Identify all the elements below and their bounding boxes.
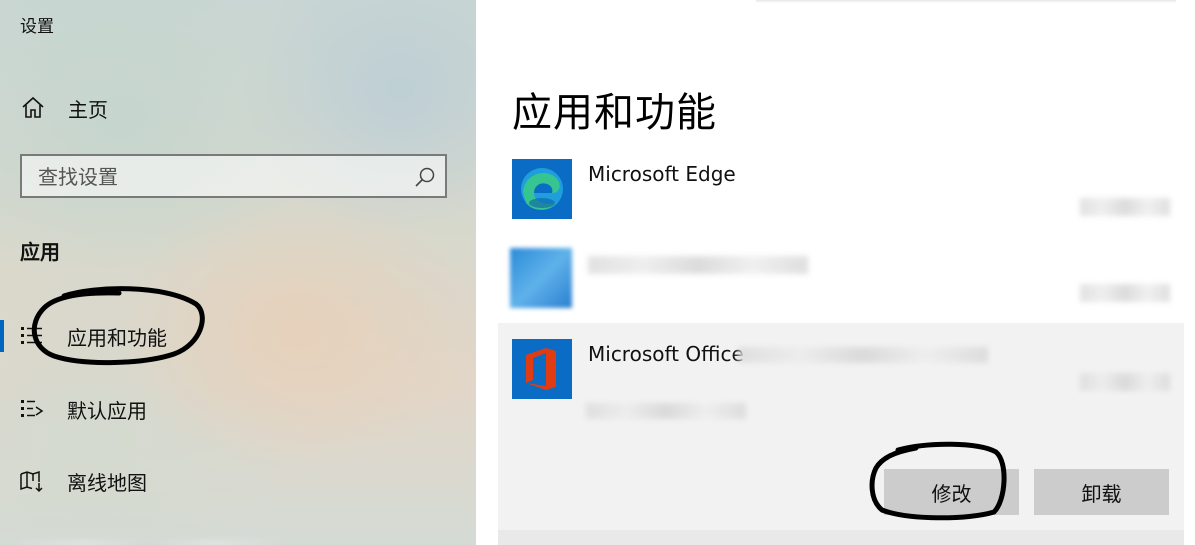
- app-list-item-edge[interactable]: Microsoft Edge: [498, 150, 1184, 230]
- settings-sidebar: 设置 主页 应用 应用和功能: [0, 0, 476, 545]
- redacted-app-icon: [510, 248, 572, 308]
- search-icon[interactable]: [413, 166, 437, 190]
- apps-list-icon: [21, 327, 42, 344]
- office-icon: [512, 339, 572, 399]
- modify-button[interactable]: 修改: [884, 469, 1019, 515]
- top-edge-shadow: [756, 0, 1176, 3]
- apps-features-page: 应用和功能 Microsoft Edge Microsoft Office 修改…: [476, 0, 1195, 545]
- sidebar-item-label: 离线地图: [67, 470, 147, 495]
- sidebar-item-default-apps[interactable]: 默认应用: [0, 388, 476, 430]
- home-icon: [22, 96, 44, 118]
- page-title: 应用和功能: [512, 90, 717, 136]
- redacted-app-version: [586, 403, 746, 419]
- app-list-item-redacted[interactable]: [498, 240, 1184, 320]
- settings-search-box[interactable]: [20, 154, 447, 198]
- redacted-app-name-suffix: [738, 347, 988, 363]
- app-name: Microsoft Edge: [588, 162, 736, 186]
- app-name: Microsoft Office: [588, 342, 744, 366]
- sidebar-item-offline-maps[interactable]: 离线地图: [0, 460, 476, 502]
- selection-indicator: [0, 320, 4, 352]
- list-bottom-edge: [498, 530, 1184, 545]
- redacted-app-name: [588, 256, 808, 274]
- uninstall-button[interactable]: 卸载: [1034, 469, 1169, 515]
- sidebar-home[interactable]: 主页: [20, 92, 108, 124]
- window-title: 设置: [20, 17, 54, 37]
- sidebar-item-label: 应用和功能: [67, 325, 167, 350]
- redacted-install-date: [1080, 284, 1170, 302]
- sidebar-section-heading: 应用: [20, 240, 60, 264]
- default-apps-icon: [21, 400, 44, 417]
- sidebar-home-label: 主页: [68, 97, 108, 122]
- sidebar-item-label: 默认应用: [67, 398, 147, 423]
- partially-visible-sidebar-item: [20, 540, 280, 545]
- edge-icon: [512, 159, 572, 219]
- redacted-install-size: [1080, 373, 1170, 391]
- redacted-install-date: [1080, 198, 1170, 216]
- map-download-icon: [20, 470, 43, 493]
- sidebar-item-apps-features[interactable]: 应用和功能: [0, 315, 476, 357]
- search-input[interactable]: [36, 162, 410, 192]
